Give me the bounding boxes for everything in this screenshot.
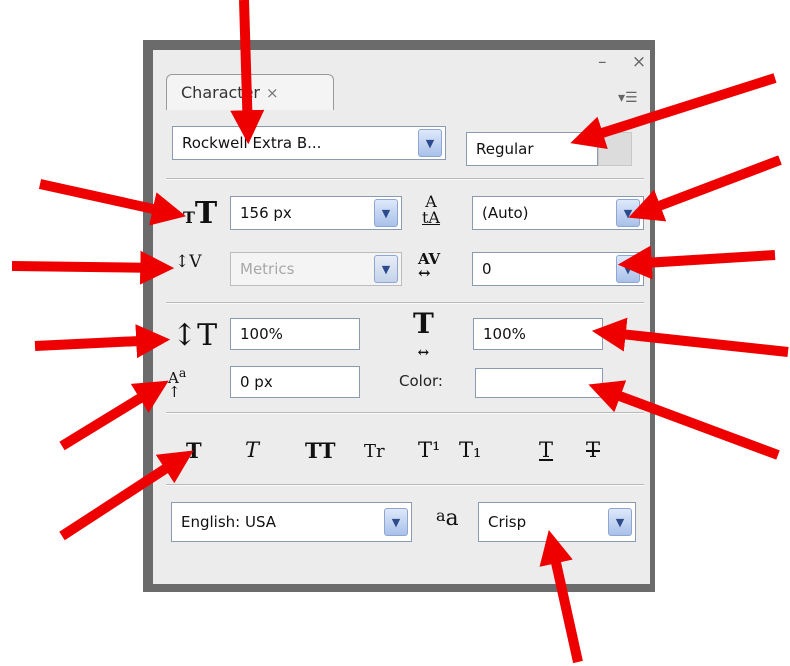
arrow-to-horizontal-scale [591, 317, 789, 357]
arrow-to-color [588, 380, 780, 460]
arrow-to-tracking [617, 245, 776, 280]
arrow-to-vertical-scale [34, 324, 171, 359]
annotation-arrows [11, 0, 789, 664]
arrow-to-kerning [11, 250, 175, 285]
arrow-to-font-style [570, 73, 777, 149]
arrow-to-font-size [38, 179, 186, 226]
arrow-to-antialias [539, 530, 583, 664]
arrow-to-baseline-shift [59, 380, 169, 451]
arrow-to-style-buttons [59, 450, 194, 541]
arrow-to-tab [230, 0, 265, 145]
arrow-to-leading [628, 155, 782, 222]
